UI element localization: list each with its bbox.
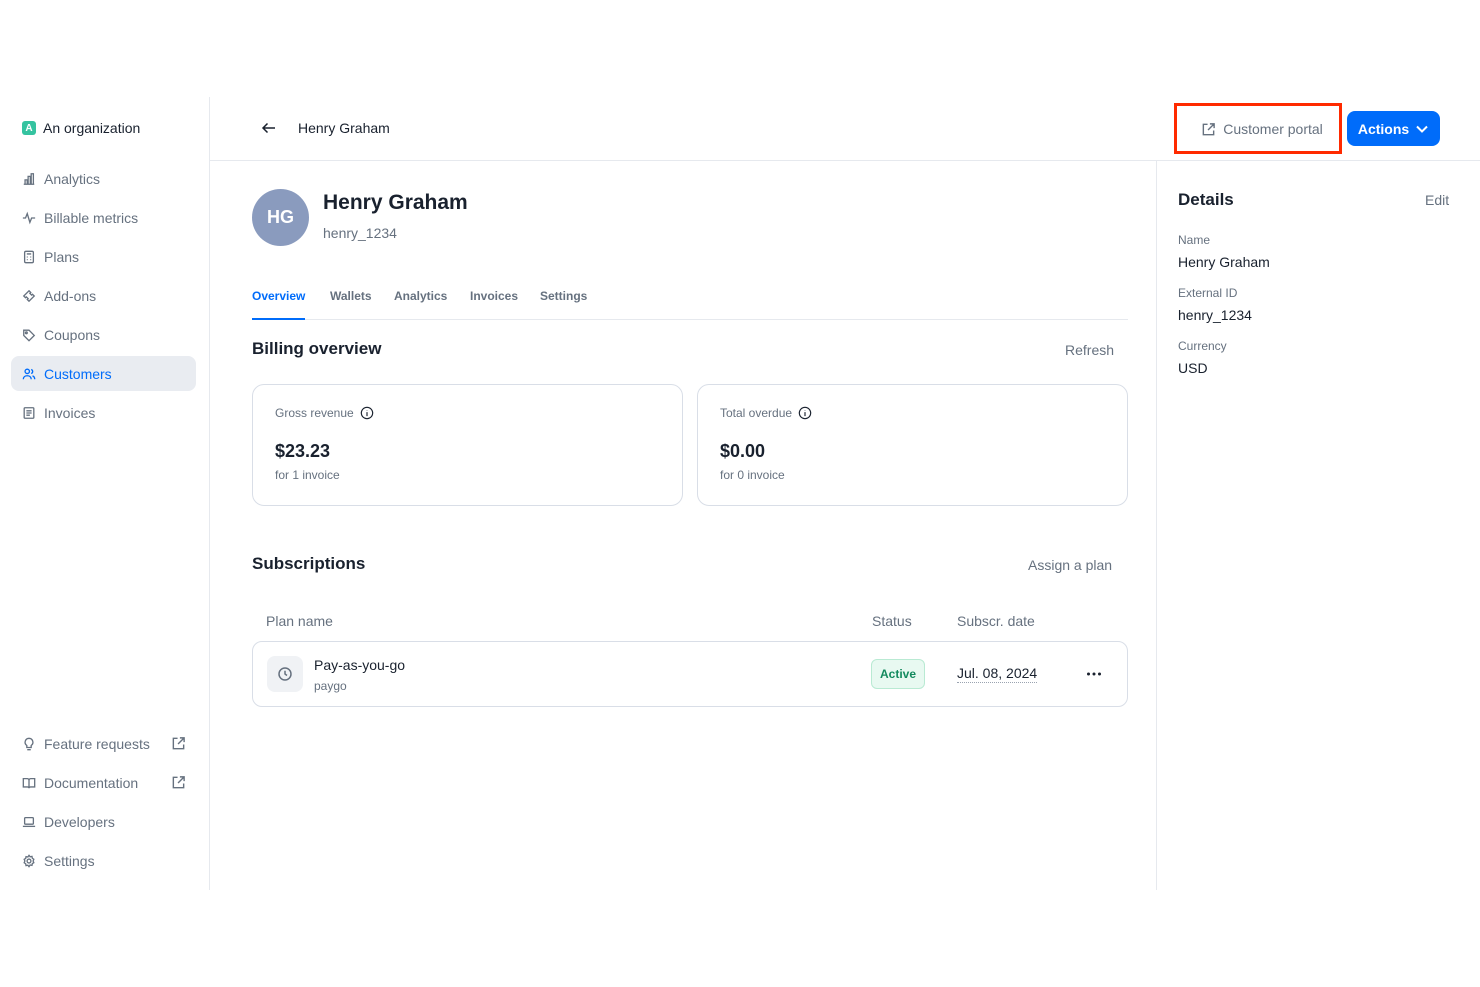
sidebar-item-invoices[interactable]: Invoices: [11, 395, 196, 430]
laptop-icon: [22, 816, 36, 827]
total-overdue-card: Total overdue $0.00 for 0 invoice: [697, 384, 1128, 506]
app-root: A An organization Analytics Billable met…: [0, 97, 1480, 890]
external-link-icon: [172, 776, 185, 789]
gross-revenue-card: Gross revenue $23.23 for 1 invoice: [252, 384, 683, 506]
customer-name: Henry Graham: [323, 191, 468, 214]
sidebar-item-label: Developers: [44, 813, 115, 830]
sidebar-item-label: Analytics: [44, 170, 101, 187]
sidebar-item-analytics[interactable]: Analytics: [11, 161, 196, 196]
detail-value-external-id: henry_1234: [1178, 307, 1252, 323]
info-icon[interactable]: [798, 406, 812, 420]
chevron-down-icon: [1416, 125, 1428, 133]
more-options-icon[interactable]: [1081, 662, 1107, 686]
detail-label-name: Name: [1178, 233, 1211, 247]
clock-icon: [267, 656, 303, 692]
billing-overview-title: Billing overview: [252, 339, 382, 358]
status-badge: Active: [871, 659, 925, 689]
plan-code: paygo: [314, 679, 347, 693]
sidebar-item-label: Settings: [44, 852, 95, 869]
chart-bar-icon: [23, 172, 35, 185]
customer-portal-button[interactable]: Customer portal: [1184, 109, 1340, 149]
tabs: Overview Wallets Analytics Invoices Sett…: [252, 285, 1128, 320]
table-row[interactable]: Pay-as-you-go paygo Active Jul. 08, 2024: [252, 641, 1128, 707]
actions-button[interactable]: Actions: [1347, 111, 1440, 146]
calculator-icon: [23, 250, 35, 263]
detail-label-external-id: External ID: [1178, 286, 1238, 300]
topbar: Henry Graham Customer portal Actions: [210, 97, 1480, 161]
tag-icon: [23, 329, 36, 342]
subscription-date: Jul. 08, 2024: [957, 665, 1038, 683]
sidebar-item-label: Invoices: [44, 404, 96, 421]
external-link-icon: [172, 737, 185, 750]
back-arrow-icon[interactable]: [260, 119, 278, 137]
sidebar-item-customers[interactable]: Customers: [11, 356, 196, 391]
tab-settings[interactable]: Settings: [540, 289, 587, 320]
sidebar-item-label: Coupons: [44, 326, 101, 343]
sidebar-item-settings[interactable]: Settings: [11, 843, 196, 878]
plan-name: Pay-as-you-go: [314, 657, 406, 673]
info-icon[interactable]: [360, 406, 374, 420]
card-label-text: Total overdue: [720, 406, 793, 420]
card-subtext: for 0 invoice: [720, 468, 785, 482]
tab-overview[interactable]: Overview: [252, 289, 306, 320]
card-label-text: Gross revenue: [275, 406, 354, 420]
assign-plan-button[interactable]: Assign a plan: [1028, 557, 1112, 573]
customer-portal-label: Customer portal: [1223, 121, 1323, 137]
subscriptions-title: Subscriptions: [252, 554, 366, 573]
org-logo: A: [22, 121, 36, 135]
sidebar-item-label: Add-ons: [44, 287, 97, 304]
detail-label-currency: Currency: [1178, 339, 1227, 353]
main-content: HG Henry Graham henry_1234 Overview Wall…: [210, 161, 1157, 890]
detail-value-name: Henry Graham: [1178, 254, 1270, 270]
details-panel: Details Edit Name Henry Graham External …: [1156, 161, 1480, 890]
card-subtext: for 1 invoice: [275, 468, 340, 482]
users-icon: [22, 368, 36, 379]
details-title: Details: [1178, 190, 1234, 209]
card-label: Total overdue: [720, 406, 812, 420]
refresh-button[interactable]: Refresh: [1065, 342, 1114, 358]
avatar: HG: [252, 189, 309, 246]
sidebar: A An organization Analytics Billable met…: [0, 97, 210, 890]
sidebar-item-developers[interactable]: Developers: [11, 804, 196, 839]
sidebar-item-label: Plans: [44, 248, 80, 265]
customer-external-id: henry_1234: [323, 225, 397, 241]
document-icon: [23, 406, 35, 419]
sidebar-item-plans[interactable]: Plans: [11, 239, 196, 274]
sidebar-item-feature-requests[interactable]: Feature requests: [11, 726, 196, 761]
column-header-plan-name: Plan name: [266, 613, 333, 629]
card-value: $23.23: [275, 441, 331, 461]
column-header-status: Status: [872, 613, 912, 629]
org-name: An organization: [43, 120, 141, 136]
sidebar-item-label: Documentation: [44, 774, 139, 791]
sidebar-item-label: Billable metrics: [44, 209, 139, 226]
sidebar-item-coupons[interactable]: Coupons: [11, 317, 196, 352]
external-link-icon: [1202, 122, 1216, 135]
sidebar-item-billable-metrics[interactable]: Billable metrics: [11, 200, 196, 235]
org-switcher[interactable]: A An organization: [22, 120, 140, 136]
actions-label: Actions: [1357, 120, 1410, 137]
card-value: $0.00: [720, 441, 766, 461]
tab-analytics[interactable]: Analytics: [394, 289, 447, 320]
tab-invoices[interactable]: Invoices: [470, 289, 518, 320]
card-label: Gross revenue: [275, 406, 374, 420]
sidebar-item-label: Feature requests: [44, 735, 150, 752]
detail-value-currency: USD: [1178, 360, 1208, 376]
sidebar-item-add-ons[interactable]: Add-ons: [11, 278, 196, 313]
tab-wallets[interactable]: Wallets: [330, 289, 372, 320]
column-header-subscr-date: Subscr. date: [957, 613, 1035, 629]
gear-icon: [23, 853, 35, 868]
sidebar-item-documentation[interactable]: Documentation: [11, 765, 196, 800]
pulse-icon: [22, 211, 36, 224]
page-title: Henry Graham: [298, 120, 390, 136]
puzzle-icon: [22, 289, 36, 302]
book-icon: [22, 777, 36, 788]
sidebar-item-label: Customers: [44, 365, 112, 382]
edit-details-button[interactable]: Edit: [1425, 192, 1449, 208]
lightbulb-icon: [24, 737, 34, 750]
